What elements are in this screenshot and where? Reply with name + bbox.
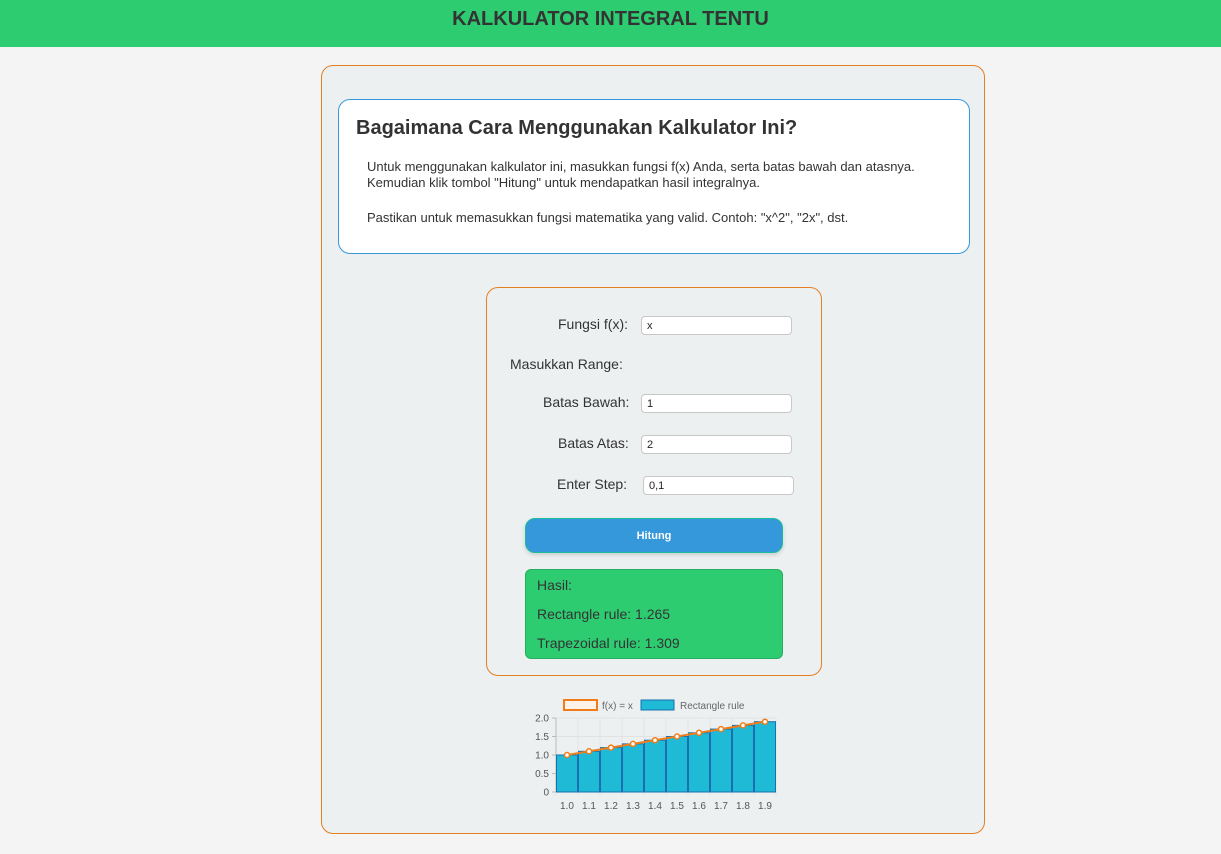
chart-x-ticks: 1.0 1.1 1.2 1.3 1.4 1.5 1.6 1.7 1.8 1.9 (560, 801, 772, 812)
page-title: KALKULATOR INTEGRAL TENTU (452, 8, 769, 30)
instructions-title: Bagaimana Cara Menggunakan Kalkulator In… (356, 117, 798, 139)
y-tick-label: 1.0 (535, 751, 549, 762)
calculate-button[interactable]: Hitung (525, 518, 783, 553)
bar (732, 724, 754, 793)
function-label: Fungsi f(x): (558, 316, 629, 332)
bar (556, 754, 578, 793)
x-tick-label: 1.1 (582, 801, 596, 812)
bar (644, 739, 666, 793)
instructions-card: Bagaimana Cara Menggunakan Kalkulator In… (338, 99, 970, 254)
function-point (739, 722, 747, 729)
y-tick-label: 2.0 (535, 714, 549, 725)
function-point (607, 744, 615, 751)
function-point (629, 740, 637, 748)
x-tick-label: 1.5 (670, 801, 684, 812)
x-tick-label: 1.4 (648, 801, 662, 812)
function-point (673, 733, 681, 740)
x-tick-label: 1.8 (736, 801, 750, 812)
bar (710, 728, 732, 793)
function-input[interactable] (641, 316, 792, 335)
instructions-line-3: Pastikan untuk memasukkan fungsi matemat… (367, 210, 849, 225)
x-tick-label: 1.9 (758, 801, 772, 812)
bar (666, 736, 688, 793)
legend-label-function: f(x) = x (602, 701, 633, 712)
rectangle-rule-result: Rectangle rule: 1.265 (537, 606, 671, 622)
bar (600, 747, 622, 793)
bar (754, 721, 776, 793)
range-label: Masukkan Range: (510, 356, 623, 372)
function-point (761, 718, 769, 725)
function-point (717, 725, 725, 733)
result-box: Hasil: Rectangle rule: 1.265 Trapezoidal… (525, 569, 783, 659)
app-header: KALKULATOR INTEGRAL TENTU (0, 0, 1221, 47)
upper-bound-label: Batas Atas: (558, 435, 629, 451)
lower-bound-input[interactable] (641, 394, 792, 413)
x-tick-label: 1.0 (560, 801, 574, 812)
x-tick-label: 1.7 (714, 801, 728, 812)
y-tick-label: 0.5 (535, 769, 549, 780)
function-point (563, 751, 571, 759)
legend-label-rectangle: Rectangle rule (680, 701, 745, 712)
x-tick-label: 1.2 (604, 801, 618, 812)
x-tick-label: 1.3 (626, 801, 640, 812)
y-tick-label: 1.5 (535, 732, 549, 743)
step-label: Enter Step: (557, 476, 628, 492)
trapezoidal-rule-result: Trapezoidal rule: 1.309 (537, 635, 680, 651)
lower-bound-label: Batas Bawah: (543, 394, 630, 410)
calculator-form: Fungsi f(x): Masukkan Range: Batas Bawah… (486, 287, 822, 676)
bar (622, 743, 644, 793)
legend-swatch-rectangle (640, 699, 675, 711)
function-point (651, 736, 659, 744)
integral-chart: f(x) = x Rectangle rule 0 0.5 1.0 1.5 2.0 1.… (535, 699, 777, 812)
function-point (585, 748, 593, 755)
chart-legend: f(x) = x Rectangle rule (563, 699, 745, 712)
step-input[interactable] (643, 476, 794, 495)
bar (578, 750, 600, 793)
instructions-line-1: Untuk menggunakan kalkulator ini, masukk… (367, 159, 915, 174)
result-heading: Hasil: (537, 577, 573, 593)
upper-bound-input[interactable] (641, 435, 792, 454)
legend-swatch-function (563, 699, 598, 711)
instructions-line-2: Kemudian klik tombol "Hitung" untuk mend… (367, 175, 760, 190)
y-tick-label: 0 (543, 788, 549, 799)
bar (688, 732, 710, 793)
chart-y-ticks: 0 0.5 1.0 1.5 2.0 (535, 714, 549, 799)
x-tick-label: 1.6 (692, 801, 706, 812)
function-point (695, 729, 703, 737)
